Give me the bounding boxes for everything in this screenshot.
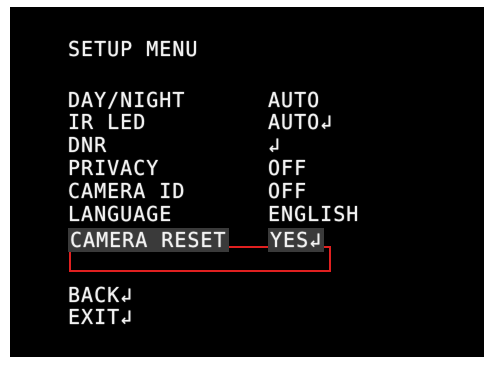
menu-item-camera-id-value[interactable]: OFF xyxy=(268,179,307,203)
menu-item-language-label[interactable]: LANGUAGE xyxy=(68,202,172,226)
menu-item-ir-led-label[interactable]: IR LED xyxy=(68,110,146,134)
menu-item-camera-reset-value[interactable]: YES↲ xyxy=(268,228,325,252)
menu-item-camera-id-label[interactable]: CAMERA ID xyxy=(68,179,185,203)
menu-item-language-value[interactable]: ENGLISH xyxy=(268,202,359,226)
selected-item-value: YES↲ xyxy=(268,228,325,252)
menu-item-ir-led-value[interactable]: AUTO↲ xyxy=(268,110,333,134)
back-item[interactable]: BACK↲ xyxy=(68,283,133,307)
selected-item-label: CAMERA RESET xyxy=(68,228,229,252)
menu-item-privacy-value[interactable]: OFF xyxy=(268,156,307,180)
menu-item-day-night-value[interactable]: AUTO xyxy=(268,88,320,112)
menu-item-day-night-label[interactable]: DAY/NIGHT xyxy=(68,88,185,112)
osd-screen: SETUP MENU DAY/NIGHT AUTO IR LED AUTO↲ D… xyxy=(10,7,484,357)
exit-item[interactable]: EXIT↲ xyxy=(68,305,133,329)
menu-item-dnr-label[interactable]: DNR xyxy=(68,133,107,157)
menu-item-dnr-value[interactable]: ↲ xyxy=(268,133,281,157)
menu-item-camera-reset-label[interactable]: CAMERA RESET xyxy=(68,228,229,252)
menu-item-privacy-label[interactable]: PRIVACY xyxy=(68,156,159,180)
menu-title: SETUP MENU xyxy=(68,37,199,61)
